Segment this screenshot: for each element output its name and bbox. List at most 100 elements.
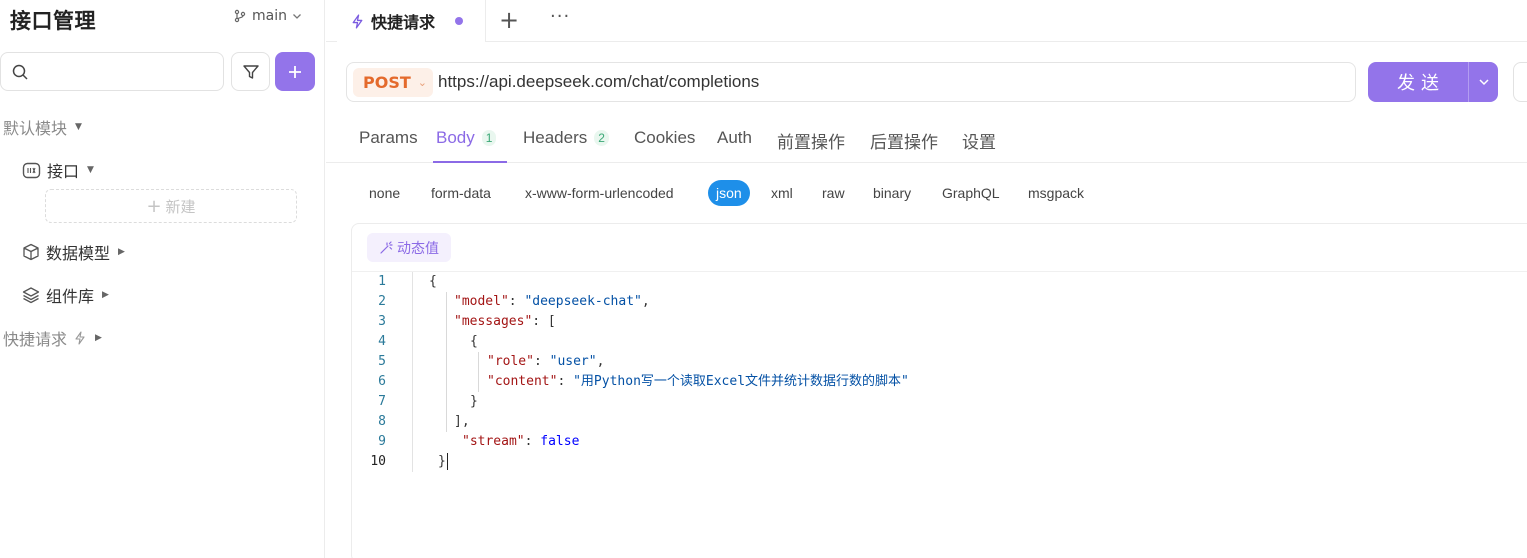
body-type-form-data[interactable]: form-data bbox=[431, 185, 491, 201]
dynamic-value-button[interactable]: 动态值 bbox=[367, 233, 451, 262]
body-type-raw[interactable]: raw bbox=[822, 185, 845, 201]
unsaved-dot bbox=[455, 17, 464, 25]
tab-quick-request[interactable]: 快捷请求 bbox=[337, 0, 486, 42]
code-line: } bbox=[416, 452, 909, 472]
search-input[interactable] bbox=[35, 61, 215, 83]
line-number: 4 bbox=[378, 334, 386, 349]
code-token: } bbox=[438, 454, 446, 469]
bolt-icon bbox=[75, 331, 85, 345]
code-token: false bbox=[540, 434, 580, 449]
line-number: 2 bbox=[378, 294, 386, 309]
line-number: 6 bbox=[378, 374, 386, 389]
tree-api[interactable]: 接口 ▼ bbox=[22, 158, 94, 182]
layers-icon bbox=[22, 287, 40, 304]
code-line: "messages": [ bbox=[416, 312, 909, 332]
sidebar: 接口管理 main 默认模块 ▼ 接口 ▼ + 新建 数据模型 ▶ 组件库 ▶ … bbox=[0, 0, 325, 558]
tab-body-label: Body bbox=[436, 128, 475, 147]
code-line: "content": "用Python写一个读取Excel文件并统计数据行数的脚… bbox=[416, 372, 909, 392]
tab-params[interactable]: Params bbox=[359, 128, 418, 148]
send-options-button[interactable] bbox=[1468, 62, 1498, 102]
line-number: 8 bbox=[378, 414, 386, 429]
send-button-group: 发送 bbox=[1368, 62, 1498, 102]
indent-guide bbox=[446, 332, 447, 352]
code-token: { bbox=[429, 274, 437, 289]
count-badge: 2 bbox=[594, 130, 609, 146]
new-button[interactable]: + 新建 bbox=[45, 189, 297, 223]
save-button[interactable] bbox=[1513, 62, 1527, 102]
tab-post-ops-label: 后置操作 bbox=[870, 133, 938, 152]
tab-auth-label: Auth bbox=[717, 128, 752, 147]
indent-guide bbox=[478, 372, 479, 392]
indent-guide bbox=[446, 372, 447, 392]
method-label: POST bbox=[363, 73, 411, 92]
code-line: { bbox=[416, 272, 909, 292]
fold-gutter-line bbox=[412, 272, 413, 472]
tree-data-model[interactable]: 数据模型 ▶ bbox=[22, 240, 125, 264]
code-token: "content" bbox=[487, 374, 558, 389]
tab-pre-ops[interactable]: 前置操作 bbox=[777, 128, 845, 153]
more-tabs-button[interactable]: ··· bbox=[550, 6, 570, 27]
search-box[interactable] bbox=[0, 52, 224, 91]
method-select[interactable]: POST ⌄ bbox=[353, 68, 433, 97]
tab-body[interactable]: Body 1 bbox=[436, 128, 497, 148]
body-type-msgpack[interactable]: msgpack bbox=[1028, 185, 1084, 201]
branch-selector[interactable]: main bbox=[233, 8, 302, 24]
tab-post-ops[interactable]: 后置操作 bbox=[870, 128, 938, 153]
code-editor[interactable]: { "model": "deepseek-chat", "messages": … bbox=[416, 272, 909, 472]
caret-right-icon: ▶ bbox=[95, 333, 102, 343]
filter-button[interactable] bbox=[231, 52, 270, 91]
indent-guide bbox=[446, 352, 447, 372]
code-token: "用Python写一个读取Excel文件并统计数据行数的脚本" bbox=[573, 374, 909, 389]
tree-component-lib-label: 组件库 bbox=[46, 287, 95, 306]
active-tab-indicator bbox=[433, 161, 507, 163]
line-number: 10 bbox=[370, 454, 386, 469]
tree-default-module-label: 默认模块 bbox=[3, 119, 68, 138]
tab-headers-label: Headers bbox=[523, 128, 588, 147]
plus-icon bbox=[289, 65, 301, 78]
tab-cookies[interactable]: Cookies bbox=[634, 128, 695, 148]
line-number: 3 bbox=[378, 314, 386, 329]
body-type-graphql[interactable]: GraphQL bbox=[942, 185, 1000, 201]
body-type-xml[interactable]: xml bbox=[771, 185, 793, 201]
add-button[interactable] bbox=[275, 52, 315, 91]
new-button-label: 新建 bbox=[165, 197, 196, 216]
caret-down-icon: ▼ bbox=[75, 122, 82, 132]
tab-headers[interactable]: Headers 2 bbox=[523, 128, 609, 148]
tab-params-label: Params bbox=[359, 128, 418, 147]
tree-component-lib[interactable]: 组件库 ▶ bbox=[22, 283, 109, 307]
search-icon bbox=[12, 64, 28, 80]
tab-pre-ops-label: 前置操作 bbox=[777, 133, 845, 152]
indent-guide bbox=[446, 412, 447, 432]
caret-down-icon: ▼ bbox=[87, 165, 94, 175]
code-line: } bbox=[416, 392, 909, 412]
body-type-json[interactable]: json bbox=[708, 180, 750, 206]
code-token: "messages" bbox=[454, 314, 533, 329]
tree-quick-request[interactable]: 快捷请求 ▶ bbox=[3, 326, 102, 350]
bolt-icon bbox=[352, 13, 363, 29]
indent-guide bbox=[446, 392, 447, 412]
tab-cookies-label: Cookies bbox=[634, 128, 696, 147]
app-title: 接口管理 bbox=[10, 9, 96, 33]
request-tabs: Params Body 1 Headers 2 Cookies Auth 前置操作 … bbox=[326, 115, 1527, 163]
line-number: 5 bbox=[378, 354, 386, 369]
caret-right-icon: ▶ bbox=[118, 247, 125, 257]
dynamic-value-label: 动态值 bbox=[397, 240, 439, 257]
tree-default-module[interactable]: 默认模块 ▼ bbox=[3, 115, 82, 139]
line-number: 1 bbox=[378, 274, 386, 289]
line-number: 7 bbox=[378, 394, 386, 409]
tree-data-model-label: 数据模型 bbox=[46, 244, 111, 263]
url-bar: POST ⌄ https://api.deepseek.com/chat/com… bbox=[346, 62, 1356, 102]
code-token: "stream" bbox=[462, 434, 525, 449]
url-input[interactable]: https://api.deepseek.com/chat/completion… bbox=[438, 72, 759, 92]
tab-auth[interactable]: Auth bbox=[717, 128, 752, 148]
code-token: "user" bbox=[549, 354, 597, 369]
body-type-binary[interactable]: binary bbox=[873, 185, 911, 201]
send-button[interactable]: 发送 bbox=[1368, 62, 1468, 102]
cube-icon bbox=[23, 243, 39, 261]
tab-settings-label: 设置 bbox=[962, 133, 996, 152]
body-type-none[interactable]: none bbox=[369, 185, 400, 201]
count-badge: 1 bbox=[481, 130, 497, 146]
body-type-urlencoded[interactable]: x-www-form-urlencoded bbox=[525, 185, 674, 201]
new-tab-button[interactable]: + bbox=[499, 6, 519, 34]
tab-settings[interactable]: 设置 bbox=[962, 128, 996, 153]
